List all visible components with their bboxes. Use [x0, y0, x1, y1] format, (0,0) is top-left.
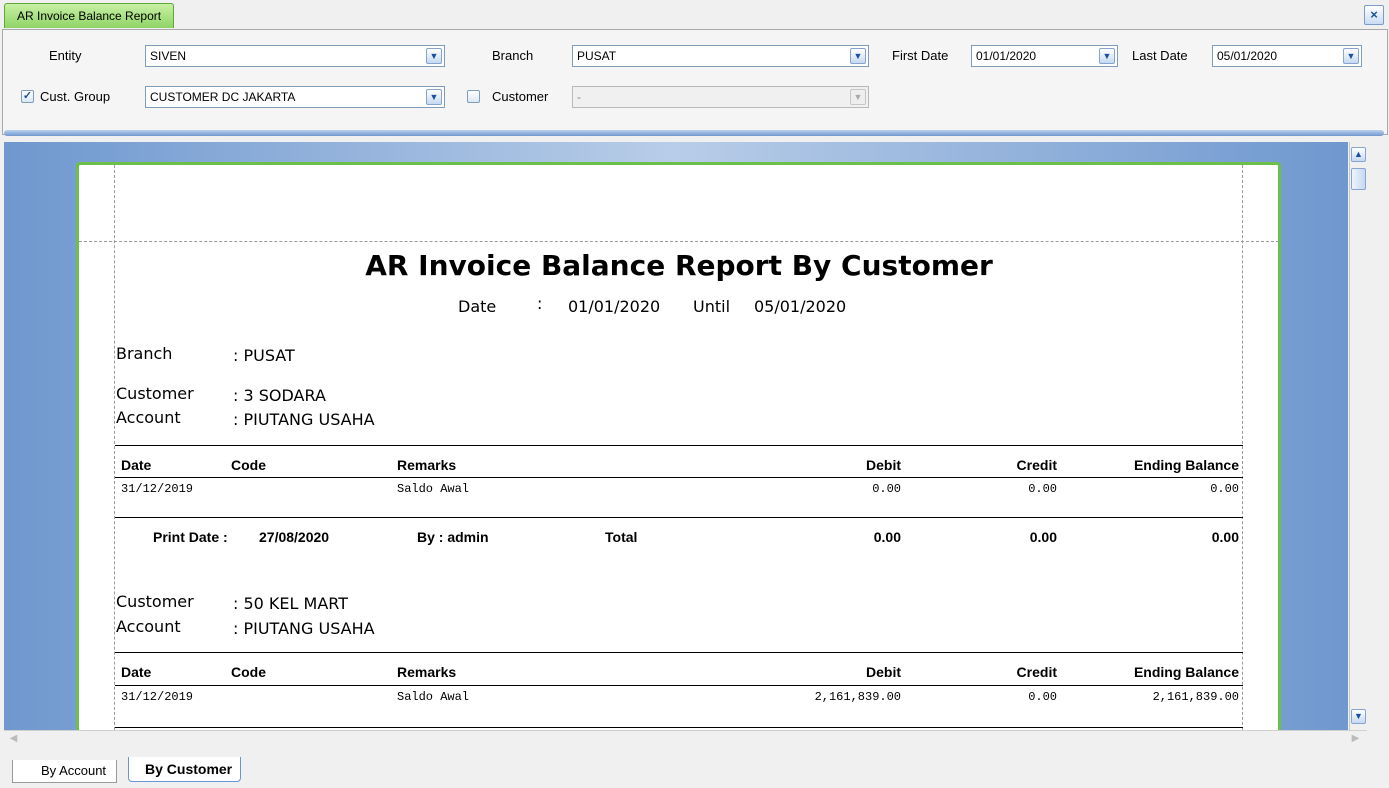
first-date-label: First Date: [892, 48, 949, 63]
col-date: Date: [121, 664, 152, 680]
total-credit: 0.00: [1029, 529, 1057, 545]
row-credit: 0.00: [1028, 690, 1057, 704]
row-remarks: Saldo Awal: [397, 690, 470, 704]
customer-combo[interactable]: - ▼: [572, 86, 869, 108]
col-credit: Credit: [1016, 457, 1057, 473]
col-date: Date: [121, 457, 152, 473]
total-debit: 0.00: [873, 529, 901, 545]
tab-by-account[interactable]: By Account: [12, 760, 118, 783]
tab-by-customer[interactable]: By Customer: [128, 757, 242, 782]
table-rule: [115, 652, 1243, 653]
chevron-down-icon[interactable]: ▼: [426, 48, 442, 64]
table-rule: [115, 477, 1243, 478]
account-value: : PIUTANG USAHA: [233, 410, 375, 429]
table-rule: [115, 685, 1243, 686]
report-title: AR Invoice Balance Report By Customer: [365, 249, 993, 282]
scroll-thumb[interactable]: [1351, 168, 1366, 190]
account-label: Account: [116, 408, 181, 427]
customer-value: : 50 KEL MART: [233, 594, 348, 613]
date-label: Date: [458, 297, 497, 316]
customer-value: -: [577, 90, 581, 104]
arrow-up-icon[interactable]: ▲: [1351, 147, 1366, 162]
date-from: 01/01/2020: [568, 297, 661, 316]
row-debit: 2,161,839.00: [814, 690, 901, 704]
printed-by: By : admin: [417, 529, 489, 545]
print-date-value: 27/08/2020: [259, 529, 330, 545]
document-tab-strip: [0, 0, 1389, 29]
branch-label: Branch: [492, 48, 534, 63]
account-value: : PIUTANG USAHA: [233, 619, 375, 638]
col-remarks: Remarks: [397, 457, 457, 473]
date-colon: :: [537, 294, 543, 313]
branch-value: PUSAT: [577, 49, 617, 63]
branch-combo[interactable]: PUSAT ▼: [572, 45, 869, 67]
until-label: Until: [693, 297, 731, 316]
entity-value: SIVEN: [150, 49, 187, 63]
customer-label: Customer: [116, 592, 194, 611]
first-date-picker[interactable]: 01/01/2020 ▼: [971, 45, 1118, 67]
cust-group-label: Cust. Group: [40, 89, 111, 104]
chevron-down-icon[interactable]: ▼: [426, 89, 442, 105]
row-debit: 0.00: [872, 482, 901, 496]
check-icon: ✓: [22, 90, 33, 102]
account-label: Account: [116, 617, 181, 636]
first-date-value: 01/01/2020: [976, 49, 1037, 63]
entity-label: Entity: [49, 48, 82, 63]
close-document-button[interactable]: ×: [1364, 5, 1384, 25]
row-date: 31/12/2019: [121, 690, 194, 704]
row-date: 31/12/2019: [121, 482, 194, 496]
table-rule: [115, 727, 1243, 728]
arrow-left-icon[interactable]: ◀: [6, 732, 21, 747]
total-label: Total: [605, 529, 638, 545]
last-date-picker[interactable]: 05/01/2020 ▼: [1212, 45, 1362, 67]
entity-combo[interactable]: SIVEN ▼: [145, 45, 445, 67]
cust-group-value: CUSTOMER DC JAKARTA: [150, 90, 296, 104]
report-page: AR Invoice Balance Report By Customer Da…: [76, 162, 1281, 730]
print-date-label: Print Date :: [153, 529, 228, 545]
branch-label: Branch: [116, 344, 173, 363]
customer-label: Customer: [116, 384, 194, 403]
row-ending-balance: 0.00: [1210, 482, 1239, 496]
horizontal-scrollbar[interactable]: ◀ ▶: [4, 730, 1367, 748]
vertical-scrollbar[interactable]: ▲ ▼: [1349, 142, 1368, 730]
customer-value: : 3 SODARA: [233, 386, 326, 405]
date-to: 05/01/2020: [754, 297, 847, 316]
col-debit: Debit: [866, 664, 901, 680]
cust-group-combo[interactable]: CUSTOMER DC JAKARTA ▼: [145, 86, 445, 108]
row-credit: 0.00: [1028, 482, 1057, 496]
branch-value: : PUSAT: [233, 346, 295, 365]
panel-splitter[interactable]: [4, 130, 1384, 136]
customer-label: Customer: [492, 89, 549, 104]
chevron-down-icon: ▼: [850, 89, 866, 105]
margin-guide: [79, 241, 1279, 242]
row-ending-balance: 2,161,839.00: [1152, 690, 1239, 704]
row-remarks: Saldo Awal: [397, 482, 470, 496]
arrow-down-icon[interactable]: ▼: [1351, 709, 1366, 724]
col-ending-balance: Ending Balance: [1133, 664, 1239, 680]
chevron-down-icon[interactable]: ▼: [1343, 48, 1359, 64]
report-preview[interactable]: AR Invoice Balance Report By Customer Da…: [4, 142, 1348, 730]
arrow-right-icon[interactable]: ▶: [1348, 732, 1363, 747]
col-credit: Credit: [1016, 664, 1057, 680]
close-icon: ×: [1370, 7, 1378, 22]
last-date-label: Last Date: [1132, 48, 1188, 63]
total-ending-balance: 0.00: [1211, 529, 1239, 545]
col-code: Code: [231, 664, 266, 680]
chevron-down-icon[interactable]: ▼: [1099, 48, 1115, 64]
chevron-down-icon[interactable]: ▼: [850, 48, 866, 64]
col-code: Code: [231, 457, 266, 473]
col-ending-balance: Ending Balance: [1133, 457, 1239, 473]
table-rule: [115, 517, 1243, 518]
document-tab[interactable]: AR Invoice Balance Report: [4, 3, 175, 28]
cust-group-checkbox[interactable]: ✓: [21, 90, 34, 103]
col-debit: Debit: [866, 457, 901, 473]
col-remarks: Remarks: [397, 664, 457, 680]
table-rule: [115, 445, 1243, 446]
customer-checkbox[interactable]: [467, 90, 480, 103]
last-date-value: 05/01/2020: [1217, 49, 1278, 63]
